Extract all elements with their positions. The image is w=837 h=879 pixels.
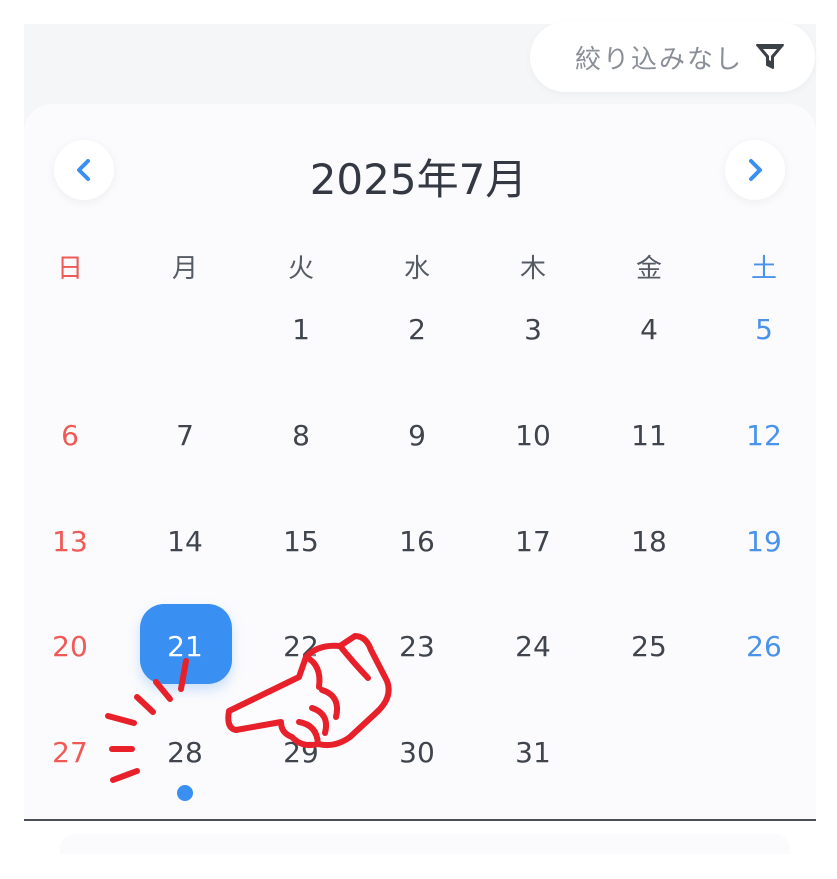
day-cell[interactable]: 3 — [493, 313, 573, 346]
day-cell[interactable]: 27 — [30, 736, 110, 769]
day-cell[interactable]: 31 — [493, 736, 573, 769]
day-cell[interactable]: 23 — [377, 630, 457, 663]
filter-button[interactable]: 絞り込みなし — [530, 22, 815, 92]
day-cell[interactable]: 30 — [377, 736, 457, 769]
weekday-tue: 火 — [287, 254, 314, 284]
day-cell[interactable]: 2 — [377, 313, 457, 346]
day-cell[interactable]: 28 — [145, 736, 225, 769]
event-dot — [177, 785, 193, 801]
day-cell[interactable]: 13 — [30, 525, 110, 558]
filter-label: 絞り込みなし — [574, 44, 743, 75]
day-cell[interactable]: 20 — [30, 630, 110, 663]
day-cell[interactable]: 26 — [724, 630, 804, 663]
day-cell[interactable]: 9 — [377, 419, 457, 452]
day-cell[interactable]: 29 — [261, 736, 341, 769]
day-cell[interactable]: 12 — [724, 419, 804, 452]
day-cell[interactable]: 22 — [261, 630, 341, 663]
day-cell[interactable]: 8 — [261, 419, 341, 452]
weekday-sat: 土 — [750, 254, 777, 284]
day-cell[interactable]: 4 — [609, 313, 689, 346]
weekday-sun: 日 — [56, 254, 83, 284]
day-cell[interactable]: 19 — [724, 525, 804, 558]
day-cell[interactable]: 24 — [493, 630, 573, 663]
day-cell[interactable]: 14 — [145, 525, 225, 558]
day-cell[interactable]: 5 — [724, 313, 804, 346]
day-cell[interactable]: 11 — [609, 419, 689, 452]
day-cell[interactable]: 10 — [493, 419, 573, 452]
weekday-thu: 木 — [519, 254, 546, 284]
day-cell[interactable]: 16 — [377, 525, 457, 558]
filter-icon — [755, 42, 785, 72]
day-cell[interactable]: 25 — [609, 630, 689, 663]
day-cell[interactable]: 7 — [145, 419, 225, 452]
day-cell[interactable]: 15 — [261, 525, 341, 558]
day-cell[interactable]: 1 — [261, 313, 341, 346]
day-cell[interactable]: 18 — [609, 525, 689, 558]
bottom-sheet-edge — [60, 834, 790, 854]
month-title: 2025年7月 — [309, 155, 528, 204]
weekday-fri: 金 — [635, 254, 662, 284]
weekday-wed: 水 — [403, 254, 430, 284]
day-cell[interactable]: 6 — [30, 419, 110, 452]
weekday-mon: 月 — [171, 254, 198, 284]
divider — [24, 819, 816, 821]
calendar-card — [24, 104, 816, 820]
day-cell-selected[interactable]: 21 — [145, 630, 225, 663]
day-cell[interactable]: 17 — [493, 525, 573, 558]
